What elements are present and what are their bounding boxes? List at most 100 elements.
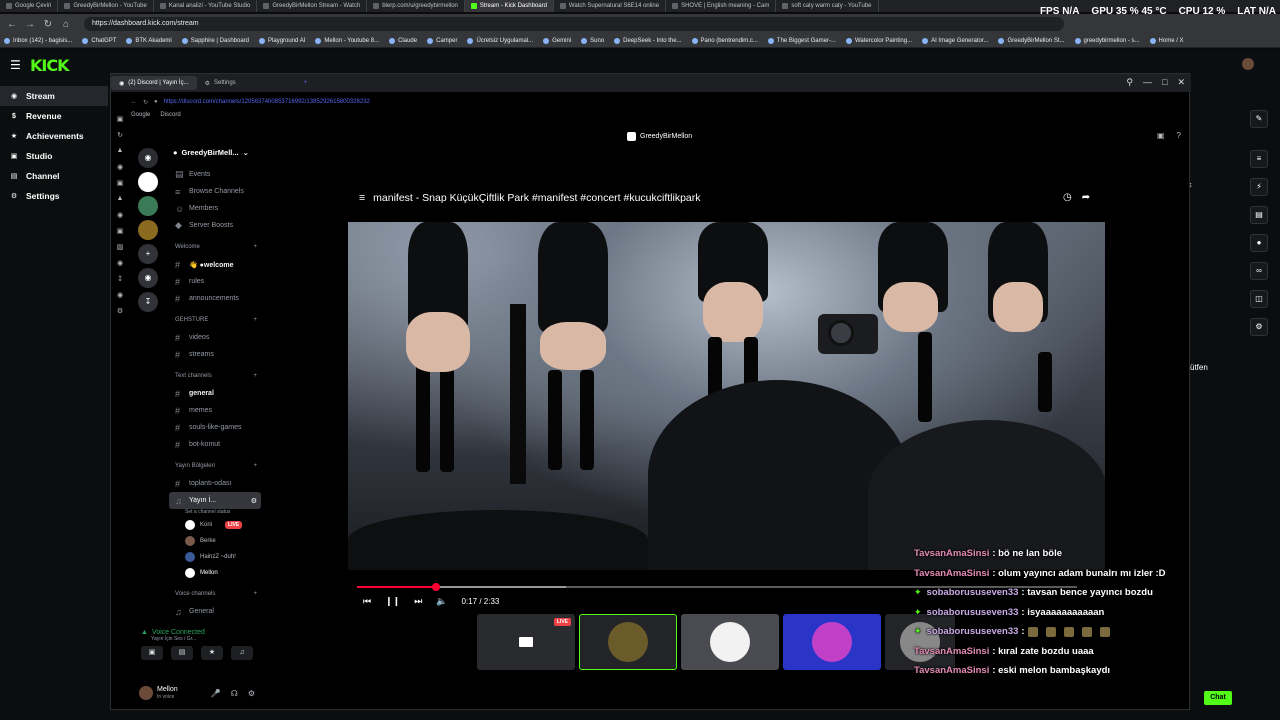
channel-item[interactable]: # rules bbox=[169, 273, 261, 290]
close-icon[interactable]: ✕ bbox=[1177, 77, 1185, 88]
category-gehsture[interactable]: GEHSTURE + bbox=[169, 311, 261, 329]
home-icon[interactable]: ⌂ bbox=[60, 19, 72, 30]
bookmark-item[interactable]: Claude bbox=[389, 37, 417, 44]
browser-tab[interactable]: Kanal analizi - YouTube Studio bbox=[154, 0, 258, 12]
channel-item[interactable]: # souls-like-games bbox=[169, 419, 261, 436]
voice-channel-selected[interactable]: ♫ Yayın İ... ⚙ bbox=[169, 492, 261, 509]
sidebar-tool-icon[interactable]: ▲ bbox=[115, 195, 125, 205]
discord-tab[interactable]: ◉ (2) Discord | Yayın İç... bbox=[111, 76, 197, 90]
tool-button[interactable]: ≡ bbox=[1250, 150, 1268, 168]
menu-members[interactable]: ☺ Members bbox=[169, 200, 261, 217]
channel-item[interactable]: # general bbox=[169, 385, 261, 402]
kick-nav-settings[interactable]: ⚙ Settings bbox=[0, 186, 108, 206]
voice-connected-status[interactable]: ▲ Voice Connected bbox=[135, 629, 259, 636]
sidebar-tool-icon[interactable]: ◉ bbox=[115, 211, 125, 221]
twitch-icon[interactable]: ▨ bbox=[115, 243, 125, 253]
bookmark-google[interactable]: Google bbox=[131, 112, 150, 118]
reload-icon[interactable]: ↻ bbox=[42, 19, 54, 30]
channel-item[interactable]: # videos bbox=[169, 329, 261, 346]
discord-url[interactable]: https://discord.com/channels/12056374008… bbox=[164, 99, 370, 105]
url-input[interactable]: https://dashboard.kick.com/stream bbox=[84, 17, 1064, 31]
lightning-icon[interactable]: ⚡ bbox=[1250, 178, 1268, 196]
video-frame[interactable] bbox=[348, 222, 1105, 570]
pause-icon[interactable]: ❙❙ bbox=[385, 596, 400, 607]
gear-icon[interactable]: ⚙ bbox=[115, 307, 125, 317]
menu-server-boosts[interactable]: ◆ Server Boosts bbox=[169, 217, 261, 234]
bookmark-item[interactable]: BTK Akademi bbox=[126, 37, 172, 44]
bookmark-item[interactable]: Watercolor Painting... bbox=[845, 37, 912, 44]
channel-item[interactable]: # announcements bbox=[169, 290, 261, 307]
browser-tab[interactable]: GreedyBirMellon - YouTube bbox=[58, 0, 154, 12]
chat-username[interactable]: sobaborususeven33 bbox=[927, 587, 1019, 598]
voice-user[interactable]: Korii LIVE bbox=[169, 517, 261, 533]
channel-item[interactable]: # streams bbox=[169, 346, 261, 363]
bookmark-item[interactable]: Gemini bbox=[543, 37, 571, 44]
kick-nav-studio[interactable]: ▣ Studio bbox=[0, 146, 108, 166]
kick-nav-stream[interactable]: ◉ Stream bbox=[0, 86, 108, 106]
browser-tab[interactable]: blerp.com/u/greedybirmellon bbox=[367, 0, 465, 12]
voice-user[interactable]: Berke bbox=[169, 533, 261, 549]
back-icon[interactable]: ← bbox=[6, 19, 18, 30]
camera-button[interactable]: ▣ bbox=[141, 646, 163, 660]
server-name[interactable]: ● GreedyBirMell... ⌄ bbox=[173, 144, 261, 160]
bookmark-item[interactable]: DeepSeek - Into the... bbox=[614, 37, 682, 44]
bookmark-item[interactable]: Ücretsiz Uygulamal... bbox=[467, 37, 533, 44]
menu-browse-channels[interactable]: ≡ Browse Channels bbox=[169, 183, 261, 200]
sidebar-tool-icon[interactable]: ◉ bbox=[115, 291, 125, 301]
channel-item[interactable]: # 👋 ●welcome bbox=[169, 256, 261, 273]
sidebar-tool-icon[interactable]: ▣ bbox=[115, 179, 125, 189]
avatar[interactable] bbox=[139, 686, 153, 700]
bookmark-item[interactable]: Camper bbox=[427, 37, 457, 44]
explore-icon[interactable]: ◉ bbox=[138, 268, 158, 288]
menu-events[interactable]: ▤ Events bbox=[169, 166, 261, 183]
bookmark-item[interactable]: Inbox (142) - bagisis... bbox=[4, 37, 72, 44]
add-channel-icon[interactable]: + bbox=[253, 591, 257, 597]
voice-user[interactable]: Mellon bbox=[169, 565, 261, 581]
add-server-icon[interactable]: + bbox=[138, 244, 158, 264]
bookmark-discord[interactable]: Discord bbox=[160, 112, 180, 118]
sidebar-tool-icon[interactable]: ▲ bbox=[115, 147, 125, 157]
browser-tab[interactable]: Watch Supernatural S6E14 online bbox=[554, 0, 667, 12]
gear-icon[interactable]: ⚙ bbox=[248, 689, 255, 698]
menu-icon[interactable]: ☰ bbox=[10, 58, 21, 72]
chat-button[interactable]: Chat bbox=[1204, 691, 1232, 705]
download-icon[interactable]: ↧ bbox=[115, 275, 125, 285]
bookmark-item[interactable]: The Biggest Gamer-... bbox=[767, 37, 836, 44]
browser-tab-active[interactable]: Stream - Kick Dashboard bbox=[464, 0, 554, 12]
storage-icon[interactable]: ◫ bbox=[1250, 290, 1268, 308]
bookmark-item[interactable]: greedybirmellon - s... bbox=[1074, 37, 1140, 44]
help-icon[interactable]: ? bbox=[1177, 131, 1181, 140]
server-icon[interactable] bbox=[138, 220, 158, 240]
voice-channel-item[interactable]: ♫ General bbox=[169, 603, 261, 620]
clipboard-icon[interactable]: ▤ bbox=[1250, 206, 1268, 224]
sidebar-tool-icon[interactable]: ◉ bbox=[115, 163, 125, 173]
edit-icon[interactable]: ✎ bbox=[1250, 110, 1268, 128]
channel-item[interactable]: # bot-komut bbox=[169, 436, 261, 453]
kick-nav-channel[interactable]: ▤ Channel bbox=[0, 166, 108, 186]
add-channel-icon[interactable]: + bbox=[253, 244, 257, 250]
bookmark-item[interactable]: Pano (bentrendim.c... bbox=[691, 37, 758, 44]
link-icon[interactable]: ∞ bbox=[1250, 262, 1268, 280]
bookmark-item[interactable]: Sapphire | Dashboard bbox=[181, 37, 249, 44]
category-welcome[interactable]: Welcome + bbox=[169, 238, 261, 256]
chat-username[interactable]: sobaborususeven33 bbox=[927, 607, 1019, 618]
browser-tab[interactable]: soft caty warm caty - YouTube bbox=[776, 0, 879, 12]
new-tab-icon[interactable]: + bbox=[304, 80, 308, 86]
seek-handle[interactable] bbox=[432, 583, 441, 591]
participant-tile-selected[interactable] bbox=[579, 614, 677, 670]
sidebar-tool-icon[interactable]: ◉ bbox=[115, 259, 125, 269]
chat-username[interactable]: TavsanAmaSinsi bbox=[914, 665, 989, 676]
bookmark-item[interactable]: Playground AI bbox=[259, 37, 305, 44]
add-channel-icon[interactable]: + bbox=[253, 463, 257, 469]
bookmark-item[interactable]: ChatGPT bbox=[82, 37, 116, 44]
gear-icon[interactable]: ⚙ bbox=[251, 497, 261, 505]
sidebar-tool-icon[interactable]: ▣ bbox=[115, 115, 125, 125]
forward-icon[interactable]: → bbox=[24, 19, 36, 30]
kick-nav-revenue[interactable]: $ Revenue bbox=[0, 106, 108, 126]
search-icon[interactable]: ⚲ bbox=[1126, 77, 1133, 88]
maximize-icon[interactable]: □ bbox=[1162, 77, 1167, 88]
discord-home-icon[interactable]: ◉ bbox=[138, 148, 158, 168]
clock-icon[interactable]: ◷ bbox=[1063, 192, 1072, 203]
soundboard-button[interactable]: ♫ bbox=[231, 646, 253, 660]
chat-username[interactable]: TavsanAmaSinsi bbox=[914, 548, 989, 559]
